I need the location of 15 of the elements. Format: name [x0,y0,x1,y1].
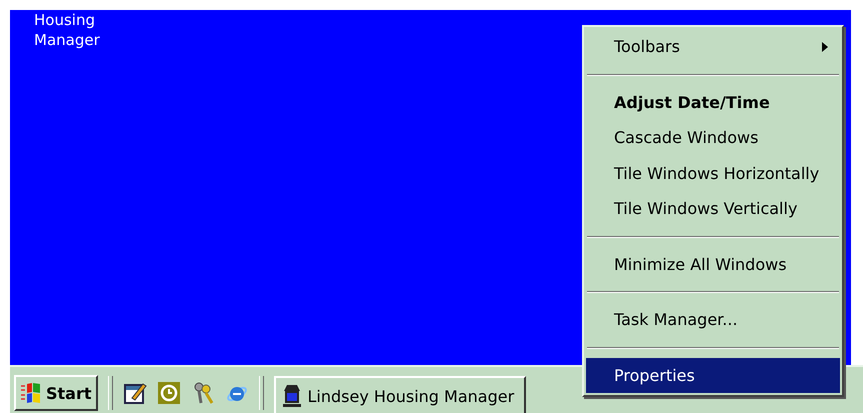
taskbar-task-button[interactable]: Lindsey Housing Manager [274,376,526,413]
menu-item[interactable]: Task Manager... [586,302,840,338]
menu-item[interactable]: Minimize All Windows [586,246,840,282]
desktop-icon-label[interactable]: Housing Manager [34,10,114,50]
clock-icon[interactable] [156,381,181,405]
menu-item[interactable]: Properties [586,358,840,393]
menu-item[interactable]: Toolbars [586,29,840,64]
menu-item[interactable]: Tile Windows Horizontally [586,156,840,191]
submenu-arrow-icon [822,42,828,52]
start-button[interactable]: Start [14,375,98,411]
menu-item[interactable]: Tile Windows Vertically [586,191,840,226]
menu-item[interactable]: Cascade Windows [586,120,840,156]
lantern-icon [282,383,302,409]
notepad-pencil-icon[interactable] [122,381,147,405]
menu-item[interactable]: Adjust Date/Time [586,84,840,120]
